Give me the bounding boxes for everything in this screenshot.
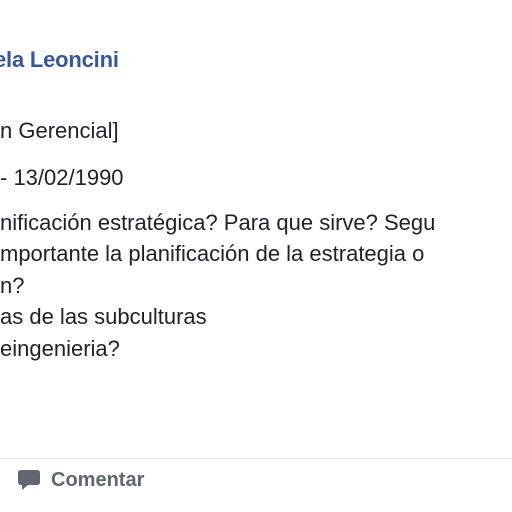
post-divider xyxy=(0,458,512,459)
post-line-question-5: eingenieria? xyxy=(0,336,120,361)
viewport: ela Leoncini n Gerencial] - 13/02/1990 n… xyxy=(0,0,512,512)
post-line-question-4: as de las subculturas xyxy=(0,304,207,329)
comment-button[interactable]: Comentar xyxy=(17,466,144,494)
speech-bubble-icon xyxy=(17,469,41,491)
post-line-date: - 13/02/1990 xyxy=(0,165,124,190)
author-name-link[interactable]: ela Leoncini xyxy=(0,47,119,73)
post-line-question-2: mportante la planificación de la estrate… xyxy=(0,241,425,266)
post-line-question-3: n? xyxy=(0,273,25,298)
comment-label: Comentar xyxy=(51,468,145,491)
post-line-course: n Gerencial] xyxy=(0,118,119,143)
post-line-question-1: nificación estratégica? Para que sirve? … xyxy=(0,210,436,235)
post-card: ela Leoncini n Gerencial] - 13/02/1990 n… xyxy=(0,0,512,512)
